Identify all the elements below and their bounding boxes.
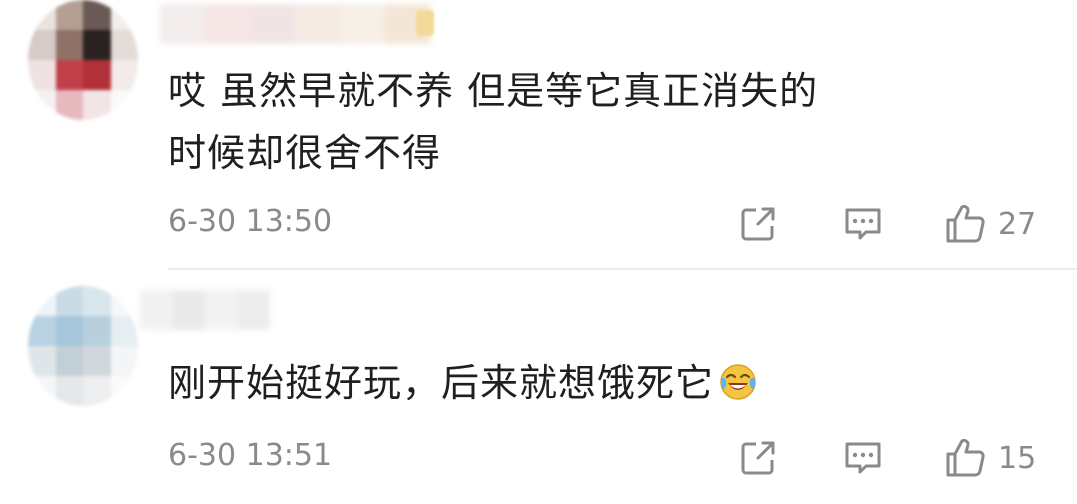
share-icon [741, 207, 775, 241]
comment-meta: 6-30 13:50 27 [168, 202, 1048, 246]
comment-text: 哎 虽然早就不养 但是等它真正消失的 时候却很舍不得 [168, 60, 928, 184]
avatar[interactable] [28, 0, 138, 120]
reply-button[interactable] [842, 436, 884, 480]
timestamp: 6-30 13:50 [168, 204, 333, 239]
comment-meta: 6-30 13:51 15 [168, 436, 1048, 480]
username[interactable] [140, 290, 270, 330]
thumbs-up-icon [946, 204, 985, 243]
share-button[interactable] [738, 436, 778, 480]
comment-text: 刚开始挺好玩，后来就想饿死它 [168, 352, 928, 414]
comment-text-line: 时候却很舍不得 [168, 131, 442, 175]
like-button[interactable]: 27 [944, 202, 1036, 246]
timestamp: 6-30 13:51 [168, 438, 333, 473]
avatar[interactable] [28, 286, 138, 406]
username[interactable] [160, 4, 430, 44]
comment-text-line: 哎 虽然早就不养 但是等它真正消失的 [168, 69, 819, 113]
like-button[interactable]: 15 [944, 436, 1036, 480]
comment-text-line: 刚开始挺好玩，后来就想饿死它 [168, 361, 715, 405]
reply-button[interactable] [842, 202, 884, 246]
like-count: 15 [998, 440, 1037, 476]
comment-item: 哎 虽然早就不养 但是等它真正消失的 时候却很舍不得 6-30 13:50 27 [0, 0, 1077, 268]
user-badge-icon [416, 10, 434, 36]
laughing-crying-emoji [720, 364, 756, 400]
like-count: 27 [998, 206, 1037, 242]
comment-icon [845, 442, 881, 474]
thumbs-up-icon [946, 438, 985, 477]
share-icon [741, 441, 775, 475]
comment-icon [845, 208, 881, 240]
comment-list: 哎 虽然早就不养 但是等它真正消失的 时候却很舍不得 6-30 13:50 27… [0, 0, 1077, 504]
comment-item: 刚开始挺好玩，后来就想饿死它 6-30 13:51 15 [0, 272, 1077, 504]
divider [168, 268, 1077, 270]
share-button[interactable] [738, 202, 778, 246]
